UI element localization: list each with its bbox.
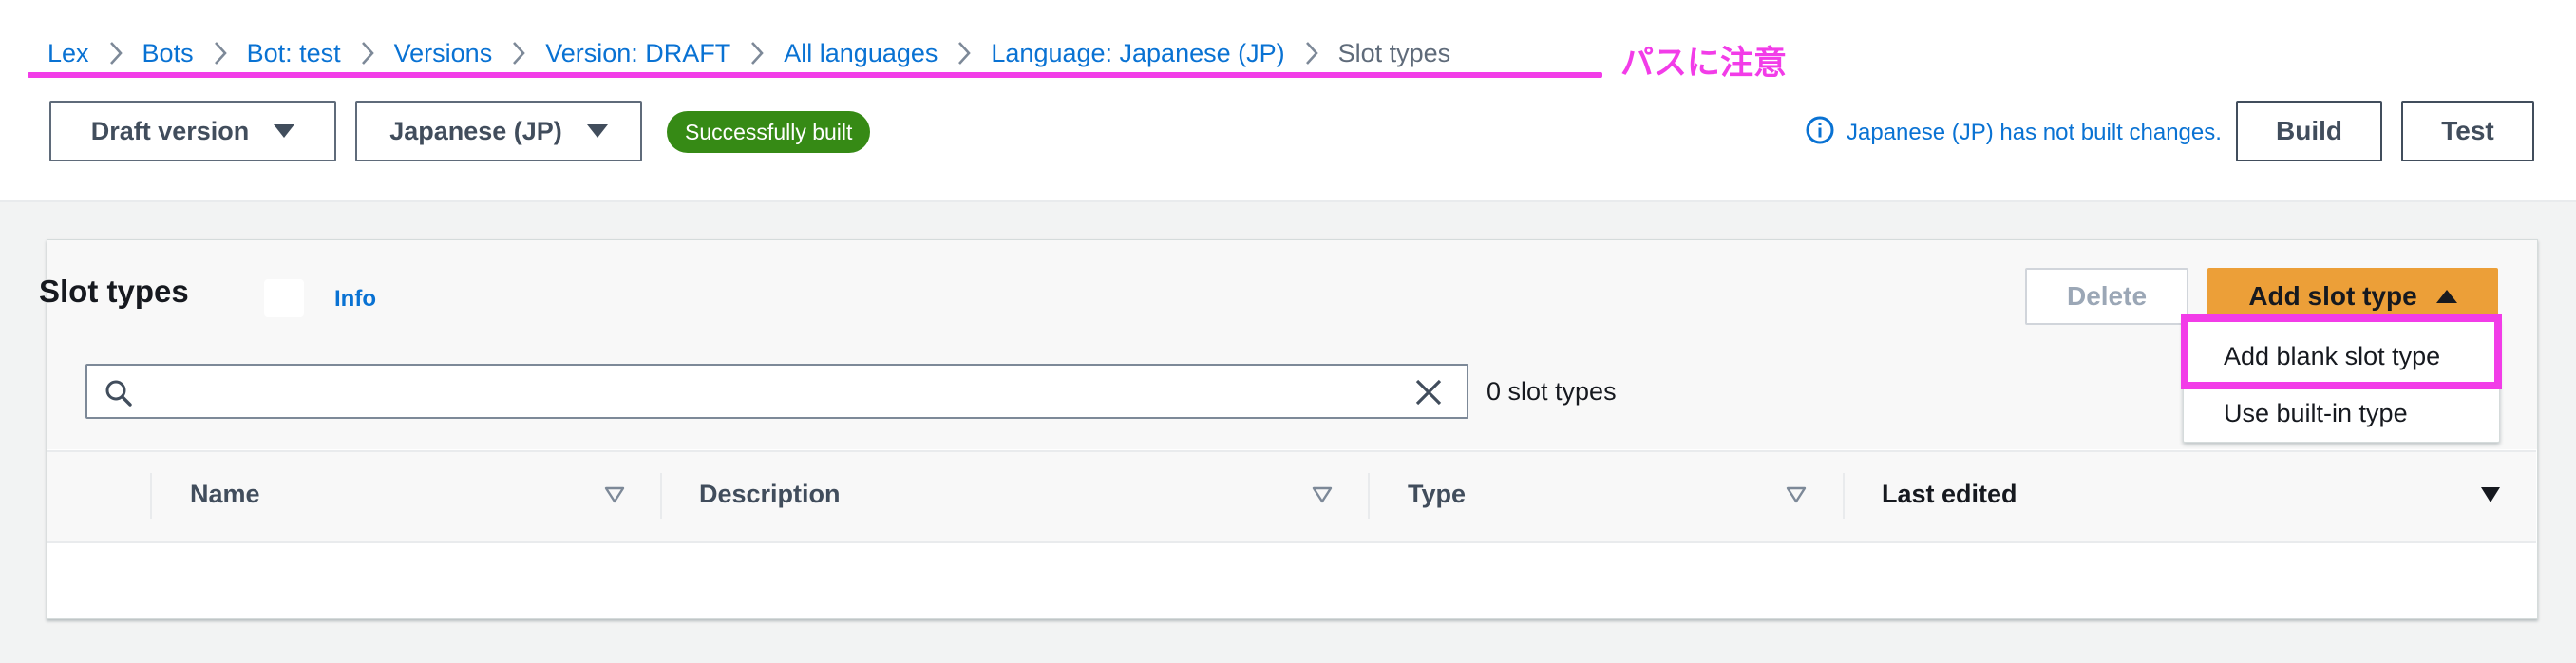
build-notice-text: Japanese (JP) has not built changes. — [1847, 120, 2222, 145]
column-name[interactable]: Name — [190, 480, 260, 509]
search-input[interactable] — [85, 364, 1468, 419]
column-last-edited[interactable]: Last edited — [1882, 480, 2017, 509]
column-divider — [150, 473, 152, 519]
chevron-right-icon — [341, 36, 394, 70]
caret-down-icon — [274, 124, 295, 138]
search-icon — [104, 379, 133, 412]
page-header: Lex Bots Bot: test Versions Version: DRA… — [0, 0, 2576, 202]
close-icon[interactable] — [1413, 377, 1444, 412]
info-link[interactable]: Info — [334, 286, 376, 313]
breadcrumb: Lex Bots Bot: test Versions Version: DRA… — [47, 36, 1450, 70]
caret-up-icon — [2435, 290, 2457, 303]
annotation-label: パスに注意 — [1620, 45, 1788, 83]
annotation-highlight-box — [2181, 314, 2502, 389]
breadcrumb-bot[interactable]: Bot: test — [247, 39, 341, 68]
chevron-right-icon — [730, 36, 784, 70]
panel-title: Slot types — [39, 274, 189, 309]
breadcrumb-versions[interactable]: Versions — [394, 39, 493, 68]
delete-button[interactable]: Delete — [2025, 268, 2188, 325]
column-type[interactable]: Type — [1408, 480, 1466, 509]
breadcrumb-version[interactable]: Version: DRAFT — [545, 39, 730, 68]
version-select-label: Draft version — [90, 116, 250, 145]
breadcrumb-bots[interactable]: Bots — [142, 39, 194, 68]
count-badge — [264, 279, 304, 317]
info-icon — [1805, 115, 1835, 152]
add-slot-type-label: Add slot type — [2248, 281, 2417, 311]
breadcrumb-all-languages[interactable]: All languages — [784, 39, 938, 68]
sort-icon[interactable] — [604, 486, 625, 508]
breadcrumb-language[interactable]: Language: Japanese (JP) — [991, 39, 1284, 68]
status-badge: Successfully built — [667, 111, 871, 153]
chevron-right-icon — [938, 36, 991, 70]
build-notice: Japanese (JP) has not built changes. — [1805, 116, 2222, 150]
caret-down-icon — [586, 124, 608, 138]
menu-item-built-in[interactable]: Use built-in type — [2184, 387, 2499, 440]
chevron-right-icon — [194, 36, 247, 70]
column-divider — [660, 473, 662, 519]
chevron-right-icon — [1285, 36, 1338, 70]
chevron-right-icon — [89, 36, 142, 70]
sort-icon[interactable] — [1312, 486, 1333, 508]
sort-icon[interactable] — [1786, 486, 1807, 508]
sort-icon[interactable] — [2480, 486, 2501, 508]
slot-count: 0 slot types — [1487, 377, 1617, 406]
test-button[interactable]: Test — [2401, 101, 2534, 161]
version-select[interactable]: Draft version — [49, 101, 336, 161]
build-button[interactable]: Build — [2236, 101, 2382, 161]
language-select[interactable]: Japanese (JP) — [355, 101, 642, 161]
chevron-right-icon — [492, 36, 545, 70]
column-divider — [1843, 473, 1845, 519]
annotation-underline — [28, 72, 1602, 78]
language-select-label: Japanese (JP) — [389, 116, 562, 145]
column-description[interactable]: Description — [699, 480, 841, 509]
table-header — [47, 450, 2536, 543]
column-divider — [1368, 473, 1370, 519]
breadcrumb-current: Slot types — [1337, 38, 1451, 67]
breadcrumb-lex[interactable]: Lex — [47, 39, 89, 68]
